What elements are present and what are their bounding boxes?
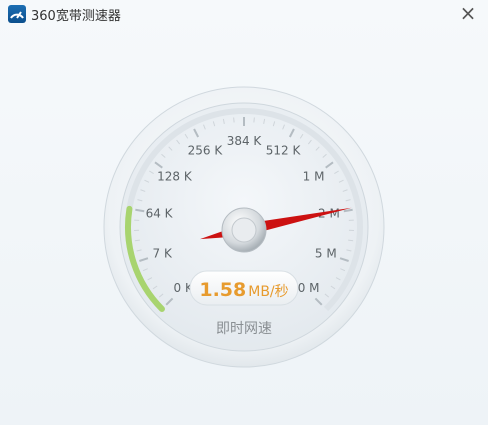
- scale-label: 256 K: [188, 143, 224, 157]
- scale-label: 7 K: [153, 247, 173, 261]
- scale-label: 64 K: [146, 207, 174, 221]
- needle-hub-cap: [231, 217, 257, 243]
- gauge-caption: 即时网速: [216, 321, 272, 337]
- speed-value: 1.58: [199, 279, 246, 301]
- major-tick: [343, 208, 353, 213]
- major-tick: [135, 208, 145, 213]
- scale-label: 128 K: [157, 169, 193, 183]
- minor-tick: [134, 239, 140, 242]
- scale-label: 5 M: [315, 247, 337, 261]
- minor-tick: [348, 239, 354, 242]
- scale-label: 1 M: [303, 169, 325, 183]
- speed-gauge: 0 K7 K64 K128 K256 K384 K512 K1 M2 M5 M1…: [103, 86, 385, 368]
- scale-label: 384 K: [227, 134, 263, 148]
- speed-unit: MB/秒: [248, 284, 288, 300]
- scale-label: 512 K: [266, 143, 302, 157]
